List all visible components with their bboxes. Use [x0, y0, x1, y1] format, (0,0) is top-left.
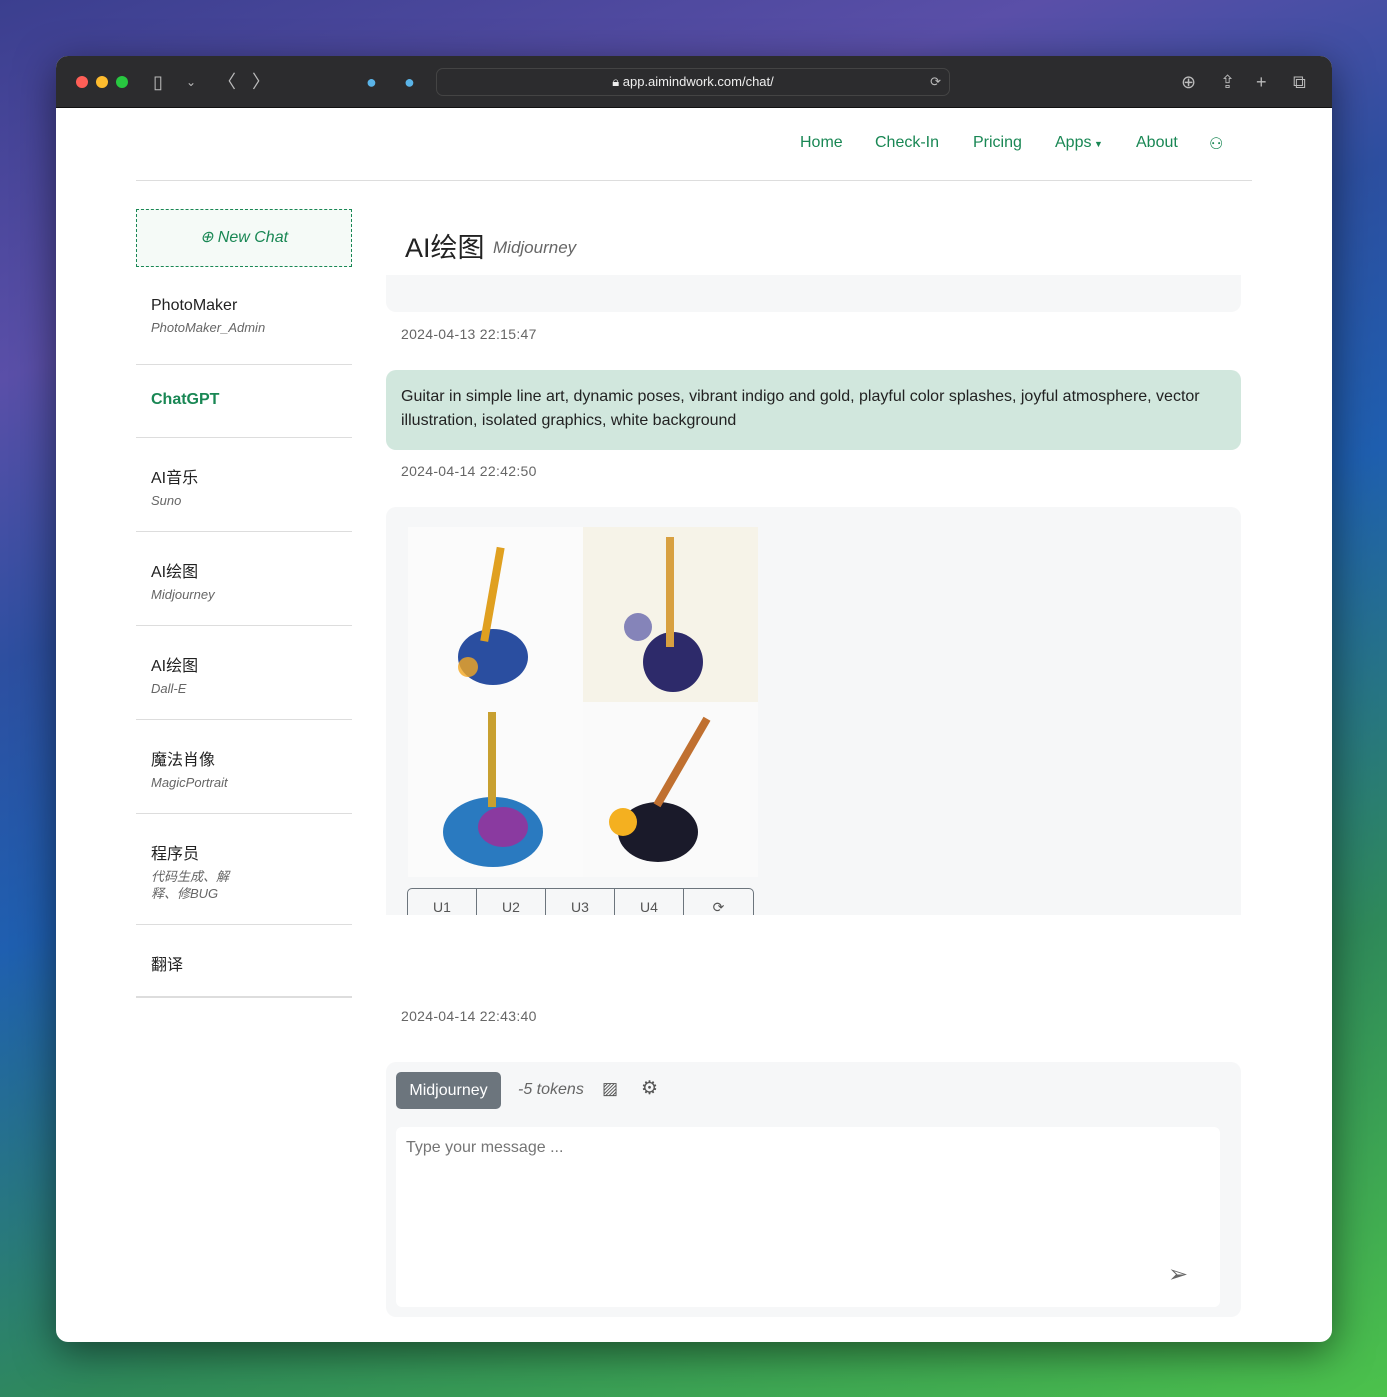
back-icon[interactable]: 〈 — [218, 70, 236, 94]
new-chat-button[interactable]: ⊕ New Chat — [136, 209, 352, 267]
page-title: AI绘图 — [405, 233, 485, 263]
message-input[interactable] — [396, 1127, 1220, 1307]
item-title: 魔法肖像 — [151, 752, 216, 769]
timestamp: 2024-04-13 22:15:47 — [401, 326, 537, 342]
chevron-down-icon[interactable]: ⌄ — [186, 70, 196, 94]
item-subtitle: Suno — [151, 493, 182, 508]
settings-gear-icon[interactable]: ⚙ — [641, 1077, 658, 1100]
plus-circle-icon: ⊕ — [199, 229, 218, 246]
sidebar-item-magic-portrait[interactable]: 魔法肖像 MagicPortrait — [136, 720, 352, 814]
forward-icon[interactable]: 〉 — [252, 70, 270, 94]
zoom-button[interactable] — [116, 76, 128, 88]
sidebar-icon[interactable]: ▯ — [153, 70, 163, 94]
item-title: 程序员 — [151, 846, 200, 863]
sidebar-item-programmer[interactable]: 程序员代码生成、解释、修BUG — [136, 814, 352, 925]
page-subtitle: Midjourney — [493, 238, 577, 257]
item-title: ChatGPT — [151, 391, 220, 408]
refresh-button[interactable]: ⟳ — [684, 889, 753, 915]
composer: Midjourney -5 tokens ▨ ⚙ ➢ — [386, 1062, 1241, 1317]
image-upload-icon[interactable]: ▨ — [602, 1079, 618, 1099]
timestamp: 2024-04-14 22:42:50 — [401, 463, 537, 479]
item-subtitle: Dall-E — [151, 681, 187, 696]
timestamp: 2024-04-14 22:43:40 — [401, 1008, 537, 1024]
sidebar-item-ai-midjourney[interactable]: AI绘图 Midjourney — [136, 532, 352, 626]
item-title: AI绘图 — [151, 564, 199, 581]
item-title: AI音乐 — [151, 470, 199, 487]
close-button[interactable] — [76, 76, 88, 88]
sidebar-item-ai-music[interactable]: AI音乐 Suno — [136, 438, 352, 532]
browser-window: ▯ ⌄ 〈 〉 ● ● 🔒︎ app.aimindwork.com/chat/ … — [56, 56, 1332, 1342]
item-title: AI绘图 — [151, 658, 199, 675]
u3-button[interactable]: U3 — [546, 889, 615, 915]
new-tab-icon[interactable]: + — [1256, 70, 1267, 94]
u1-button[interactable]: U1 — [408, 889, 477, 915]
sidebar-item-ai-dalle[interactable]: AI绘图 Dall-E — [136, 626, 352, 720]
generated-image-grid[interactable] — [408, 527, 758, 877]
upscale-buttons: U1 U2 U3 U4 ⟳ — [407, 888, 754, 915]
item-subtitle: 代码生成、解释、修BUG — [151, 869, 230, 901]
minimize-button[interactable] — [96, 76, 108, 88]
sidebar-item-chatgpt[interactable]: ChatGPT — [136, 365, 352, 438]
item-subtitle: MagicPortrait — [151, 775, 228, 790]
new-chat-label: New Chat — [217, 229, 289, 246]
send-icon[interactable]: ➢ — [1168, 1260, 1188, 1289]
sidebar: ⊕ New Chat PhotoMaker PhotoMaker_Admin Ch… — [136, 209, 352, 998]
item-subtitle: PhotoMaker_Admin — [151, 320, 266, 335]
item-subtitle: Midjourney — [151, 587, 215, 602]
refresh-icon: ⟳ — [712, 899, 725, 915]
image-result-card: U1U2U3U4⟳ V1V2V3V4 — [386, 507, 1241, 915]
page-header: AI绘图 Midjourney — [386, 220, 1242, 275]
previous-image-card: V1V2V3V4 — [386, 275, 1241, 312]
extension-icon[interactable]: ● — [366, 70, 377, 94]
item-title: 翻译 — [151, 957, 184, 974]
user-prompt-message: Guitar in simple line art, dynamic poses… — [386, 370, 1241, 450]
message-list[interactable]: V1V2V3V4 2024-04-13 22:15:47 Guitar in s… — [386, 275, 1242, 915]
item-title: PhotoMaker — [151, 297, 238, 314]
chat-panel: V1V2V3V4 2024-04-13 22:15:47 Guitar in s… — [386, 56, 1242, 1342]
u2-button[interactable]: U2 — [477, 889, 546, 915]
u4-button[interactable]: U4 — [615, 889, 684, 915]
sidebar-item-translate[interactable]: 翻译 — [136, 925, 352, 998]
token-cost: -5 tokens — [518, 1081, 584, 1098]
sidebar-item-photomaker[interactable]: PhotoMaker PhotoMaker_Admin — [136, 267, 352, 365]
tabs-icon[interactable]: ⧉ — [1293, 70, 1306, 94]
model-button[interactable]: Midjourney — [396, 1072, 501, 1109]
